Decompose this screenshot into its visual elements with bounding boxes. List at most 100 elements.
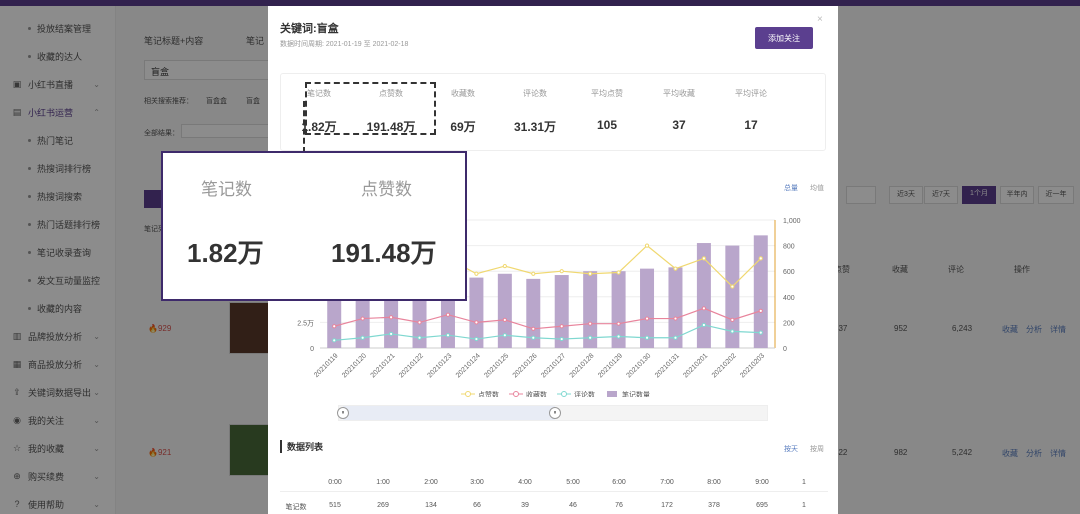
x-tick-label: 20210131 bbox=[654, 352, 681, 379]
table-header-cell: 9:00 bbox=[755, 479, 769, 486]
legend-swatch bbox=[561, 391, 567, 397]
x-tick-label: 20210125 bbox=[483, 352, 510, 379]
series-point bbox=[673, 316, 678, 321]
series-point bbox=[673, 335, 678, 340]
close-icon[interactable]: × bbox=[817, 14, 823, 25]
legend-label: 收藏数 bbox=[526, 390, 547, 397]
series-point bbox=[531, 271, 536, 276]
series-point bbox=[730, 284, 735, 289]
chart-tab-average[interactable]: 均值 bbox=[810, 183, 824, 193]
right-tick-label: 400 bbox=[783, 295, 795, 302]
series-point bbox=[588, 321, 593, 326]
left-tick-label: 2.5万 bbox=[297, 319, 314, 327]
zoom-label-likes: 点赞数 bbox=[361, 180, 412, 199]
table-header-cell: 5:00 bbox=[566, 479, 580, 486]
stat-label: 平均点赞 bbox=[591, 89, 623, 98]
series-point bbox=[332, 324, 337, 329]
table-header-cell: 2:00 bbox=[424, 479, 438, 486]
range-slider[interactable]: ⏸ ⏸ bbox=[337, 405, 768, 421]
table-cell: 695 bbox=[756, 502, 768, 509]
table-header-cell: 6:00 bbox=[612, 479, 626, 486]
table-cell: 134 bbox=[425, 502, 437, 509]
series-point bbox=[531, 326, 536, 331]
zoom-callout: 笔记数 点赞数 1.82万 191.48万 bbox=[161, 151, 467, 301]
data-list-title: 数据列表 bbox=[280, 440, 323, 453]
zoom-value-likes: 191.48万 bbox=[331, 238, 437, 268]
series-point bbox=[644, 335, 650, 340]
x-tick-label: 20210128 bbox=[569, 352, 596, 379]
stat-label: 收藏数 bbox=[451, 89, 475, 98]
series-point bbox=[502, 317, 507, 322]
x-tick-label: 20210202 bbox=[711, 352, 738, 379]
table-divider bbox=[280, 491, 828, 492]
series-point bbox=[758, 256, 763, 261]
slider-handle-left[interactable]: ⏸ bbox=[337, 407, 349, 419]
series-point bbox=[445, 333, 451, 338]
connector-line bbox=[303, 101, 305, 153]
series-point bbox=[588, 271, 593, 276]
slider-selection bbox=[343, 406, 555, 420]
series-point bbox=[559, 336, 564, 342]
series-point bbox=[701, 256, 707, 261]
stat-value: 37 bbox=[672, 118, 686, 132]
stat-value: 69万 bbox=[450, 120, 476, 134]
x-tick-label: 20210127 bbox=[540, 352, 567, 379]
zoom-label-notes: 笔记数 bbox=[201, 180, 252, 199]
series-point bbox=[616, 334, 621, 339]
x-tick-label: 20210124 bbox=[455, 352, 482, 379]
list-tab-day[interactable]: 按天 bbox=[784, 444, 798, 454]
series-point bbox=[701, 322, 707, 328]
series-point bbox=[616, 270, 621, 275]
series-line bbox=[334, 307, 761, 330]
series-point bbox=[730, 329, 735, 334]
list-tab-week[interactable]: 按周 bbox=[810, 444, 824, 454]
table-cell: 378 bbox=[708, 502, 720, 509]
table-header-cell: 0:00 bbox=[328, 479, 342, 486]
slider-handle-right[interactable]: ⏸ bbox=[549, 407, 561, 419]
right-tick-label: 800 bbox=[783, 244, 795, 251]
x-tick-label: 20210121 bbox=[370, 352, 397, 379]
x-tick-label: 20210201 bbox=[682, 352, 709, 379]
table-header-cell: 4:00 bbox=[518, 479, 532, 486]
legend-swatch bbox=[465, 391, 471, 397]
modal-title: 关键词:盲盒 bbox=[280, 23, 339, 35]
series-point bbox=[644, 316, 650, 321]
add-follow-button[interactable]: 添加关注 bbox=[755, 27, 813, 49]
series-point bbox=[531, 335, 536, 340]
table-cell: 1 bbox=[802, 502, 806, 509]
series-point bbox=[474, 320, 479, 325]
series-point bbox=[388, 331, 394, 337]
right-tick-label: 1,000 bbox=[783, 218, 801, 225]
chart-tab-total[interactable]: 总量 bbox=[784, 183, 798, 193]
series-point bbox=[474, 336, 479, 342]
legend-label: 评论数 bbox=[574, 390, 595, 397]
table-header-cell: 1 bbox=[802, 479, 806, 486]
table-cell: 269 bbox=[377, 502, 389, 509]
x-tick-label: 20210203 bbox=[739, 352, 766, 379]
series-point bbox=[758, 330, 763, 335]
right-tick-label: 600 bbox=[783, 269, 795, 276]
table-row-label: 笔记数 bbox=[285, 504, 307, 511]
stat-value: 17 bbox=[744, 118, 758, 132]
series-point bbox=[332, 338, 337, 343]
series-point bbox=[445, 312, 451, 317]
series-point bbox=[502, 333, 507, 338]
x-tick-label: 20210130 bbox=[625, 352, 652, 379]
legend-label: 点赞数 bbox=[478, 390, 499, 397]
right-tick-label: 200 bbox=[783, 320, 795, 327]
date-range-text: 数据时间周期: 2021-01-19 至 2021-02-18 bbox=[280, 41, 409, 48]
stat-label: 平均收藏 bbox=[663, 89, 695, 98]
legend-label: 笔记数量 bbox=[622, 390, 650, 397]
series-point bbox=[616, 321, 621, 326]
table-header-cell: 7:00 bbox=[660, 479, 674, 486]
series-point bbox=[588, 335, 593, 340]
series-point bbox=[360, 335, 365, 340]
series-point bbox=[360, 316, 365, 321]
x-tick-label: 20210122 bbox=[398, 352, 425, 379]
table-header-cell: 3:00 bbox=[470, 479, 484, 486]
table-cell: 76 bbox=[615, 502, 623, 509]
series-point bbox=[417, 320, 422, 325]
legend-swatch bbox=[607, 391, 617, 397]
x-tick-label: 20210123 bbox=[426, 352, 453, 379]
series-point bbox=[559, 324, 564, 329]
